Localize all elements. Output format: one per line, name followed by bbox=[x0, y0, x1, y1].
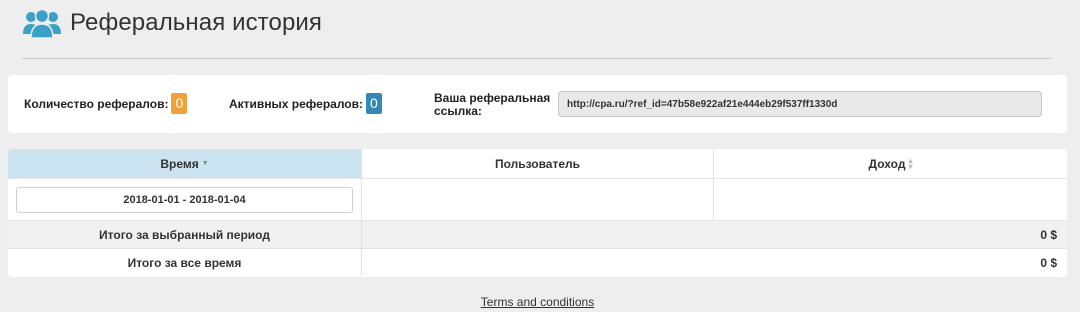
filter-row: 2018-01-01 - 2018-01-04 bbox=[8, 179, 1067, 221]
terms-link[interactable]: Terms and conditions bbox=[481, 295, 594, 309]
user-filter-cell bbox=[362, 179, 714, 220]
total-all-label: Итого за все время bbox=[8, 249, 362, 277]
footer: Terms and conditions bbox=[0, 293, 1075, 311]
page-title: Реферальная история bbox=[70, 9, 322, 36]
column-header-time-label: Время bbox=[160, 156, 199, 171]
column-header-user: Пользователь bbox=[362, 149, 714, 178]
stats-panel: Количество рефералов: 0 Активных реферал… bbox=[8, 75, 1067, 133]
referrals-count-label: Количество рефералов: bbox=[24, 96, 169, 111]
active-referrals-badge: 0 bbox=[366, 93, 382, 114]
table-header-row: Время ▼ Пользователь Доход ▴ ▾ bbox=[8, 149, 1067, 179]
page-header: Реферальная история bbox=[22, 6, 322, 40]
total-all-row: Итого за все время 0 $ bbox=[8, 249, 1067, 277]
column-header-income-label: Доход bbox=[868, 156, 906, 171]
date-filter-cell: 2018-01-01 - 2018-01-04 bbox=[8, 179, 362, 220]
referral-link-field[interactable] bbox=[558, 91, 1042, 117]
total-period-label: Итого за выбранный период bbox=[8, 221, 362, 248]
referrals-count-stat: Количество рефералов: 0 bbox=[24, 93, 188, 114]
column-header-user-label: Пользователь bbox=[494, 156, 581, 171]
column-header-time[interactable]: Время ▼ bbox=[8, 149, 362, 178]
active-referrals-stat: Активных рефералов: 0 bbox=[229, 93, 382, 114]
active-referrals-label: Активных рефералов: bbox=[229, 96, 363, 111]
sort-desc-icon: ▼ bbox=[201, 160, 209, 167]
header-divider bbox=[22, 58, 1051, 59]
total-period-value: 0 $ bbox=[1040, 227, 1057, 242]
referral-table: Время ▼ Пользователь Доход ▴ ▾ 2018-01-01… bbox=[8, 149, 1067, 277]
referral-link-label: Ваша реферальная ссылка: bbox=[434, 91, 551, 118]
income-filter-cell bbox=[714, 179, 1067, 220]
users-icon bbox=[23, 8, 61, 38]
sort-both-icon: ▴ ▾ bbox=[908, 155, 913, 171]
referrals-count-badge: 0 bbox=[171, 93, 188, 114]
total-period-row: Итого за выбранный период 0 $ bbox=[8, 221, 1067, 249]
total-all-value: 0 $ bbox=[1040, 256, 1057, 270]
column-header-income[interactable]: Доход ▴ ▾ bbox=[714, 149, 1067, 178]
date-range-picker[interactable]: 2018-01-01 - 2018-01-04 bbox=[16, 186, 353, 213]
